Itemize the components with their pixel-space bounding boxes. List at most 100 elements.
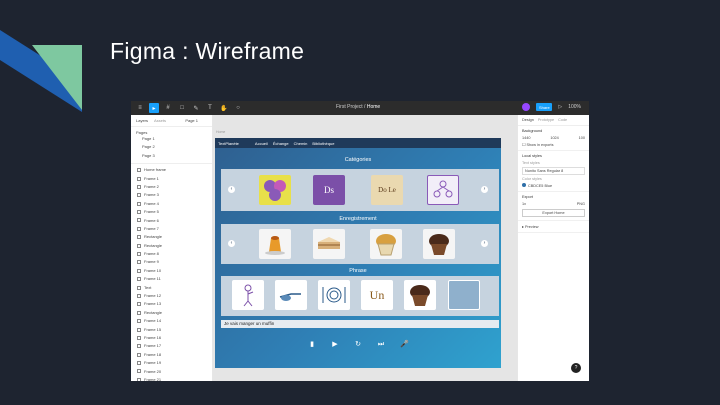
tab-layers[interactable]: Layers <box>136 118 148 123</box>
layer-label: Text <box>144 284 152 290</box>
layer-item[interactable]: Frame 18 <box>131 351 212 359</box>
next-arrow-icon[interactable]: › <box>481 186 488 193</box>
show-in-exports-toggle[interactable]: ☐ Show in exports <box>522 142 585 147</box>
tab-prototype[interactable]: Prototype <box>538 118 554 122</box>
layer-item[interactable]: Frame 9 <box>131 258 212 266</box>
phrase-tile[interactable] <box>232 280 264 310</box>
nav-item-accueil[interactable]: Accueil <box>255 141 268 146</box>
color-style-item[interactable]: CBDCE5 Blue <box>522 183 585 188</box>
layer-label: Frame 12 <box>144 293 162 299</box>
share-button[interactable]: Share <box>536 103 553 111</box>
nav-item-echange[interactable]: Échange <box>273 141 289 146</box>
layer-item[interactable]: Frame 12 <box>131 292 212 300</box>
food-tile[interactable] <box>313 229 345 259</box>
frame-icon <box>137 168 141 173</box>
layer-item[interactable]: Frame 19 <box>131 359 212 367</box>
export-section: Export 1x PNG Export Home <box>518 192 589 221</box>
frame-icon <box>137 310 141 315</box>
phrase-tile[interactable]: Un <box>361 280 393 310</box>
page-indicator[interactable]: Page 1 <box>185 118 198 123</box>
menu-icon[interactable]: ≡ <box>135 103 145 113</box>
page-item[interactable]: Page 2 <box>136 143 207 151</box>
tab-assets[interactable]: Assets <box>154 118 166 123</box>
person-pointing-icon <box>243 284 254 307</box>
shape-icon[interactable]: □ <box>177 103 187 113</box>
text-icon[interactable]: T <box>205 103 215 113</box>
layer-item[interactable]: Frame 2 <box>131 183 212 191</box>
category-tile[interactable] <box>259 175 291 205</box>
tab-code[interactable]: Code <box>558 118 567 122</box>
comment-icon[interactable]: ○ <box>233 103 243 113</box>
play-icon[interactable]: ▶ <box>331 341 339 349</box>
category-tile[interactable]: Ds <box>313 175 345 205</box>
export-scale[interactable]: 1x <box>522 202 526 206</box>
layer-item[interactable]: Frame 7 <box>131 225 212 233</box>
prev-arrow-icon[interactable]: ‹ <box>228 186 235 193</box>
layer-item[interactable]: Rectangle <box>131 242 212 250</box>
layer-item[interactable]: Frame 5 <box>131 208 212 216</box>
next-icon[interactable]: ⏭ <box>377 341 385 349</box>
layer-item[interactable]: Rectangle <box>131 233 212 241</box>
food-tile[interactable] <box>370 229 402 259</box>
hand-icon[interactable]: ✋ <box>219 103 229 113</box>
layer-item[interactable]: Frame 20 <box>131 368 212 376</box>
section-title-phrase: Phrase <box>349 268 367 274</box>
phrase-tile[interactable] <box>404 280 436 310</box>
nav-item-chemin[interactable]: Chemin <box>294 141 308 146</box>
layer-item[interactable]: Frame 15 <box>131 326 212 334</box>
local-styles-section: Local styles Text styles Nunito Sans Reg… <box>518 151 589 192</box>
tab-design[interactable]: Design <box>522 118 534 122</box>
nav-brand[interactable]: TextPlanète <box>218 141 239 146</box>
layer-item[interactable]: Text <box>131 284 212 292</box>
export-format[interactable]: PNG <box>577 202 585 206</box>
phrase-tile[interactable] <box>275 280 307 310</box>
nav-item-bibliotheque[interactable]: Bibliothèque <box>312 141 334 146</box>
food-tile[interactable] <box>423 229 455 259</box>
hand-pointing-icon <box>279 293 301 301</box>
layer-item[interactable]: Frame 1 <box>131 175 212 183</box>
text-style-item[interactable]: Nunito Sans Regular 8 <box>522 167 585 175</box>
layer-item[interactable]: Frame 21 <box>131 376 212 381</box>
layer-item[interactable]: Frame 8 <box>131 250 212 258</box>
layer-item[interactable]: Rectangle <box>131 309 212 317</box>
layer-item[interactable]: Home frame <box>131 166 212 174</box>
page-item[interactable]: Page 1 <box>136 135 207 143</box>
frame-label[interactable]: Home <box>216 130 225 134</box>
opacity-value[interactable]: 100 <box>579 136 585 140</box>
avatar[interactable] <box>522 103 531 111</box>
canvas[interactable]: Home TextPlanète Accueil Échange Chemin … <box>213 115 517 381</box>
food-tile[interactable] <box>259 229 291 259</box>
layer-item[interactable]: Frame 10 <box>131 267 212 275</box>
microphone-icon[interactable]: 🎤 <box>400 341 409 349</box>
layer-item[interactable]: Frame 3 <box>131 191 212 199</box>
layer-item[interactable]: Frame 11 <box>131 275 212 283</box>
prev-arrow-icon[interactable]: ‹ <box>228 240 235 247</box>
layer-item[interactable]: Frame 13 <box>131 300 212 308</box>
delete-icon[interactable]: ▮ <box>308 341 316 349</box>
layer-item[interactable]: Frame 14 <box>131 317 212 325</box>
category-tile[interactable]: Do Le <box>371 175 403 205</box>
zoom-level[interactable]: 100% <box>568 104 581 110</box>
layer-item[interactable]: Frame 4 <box>131 200 212 208</box>
play-icon[interactable]: ▷ <box>558 104 562 110</box>
layer-item[interactable]: Frame 17 <box>131 342 212 350</box>
layer-item[interactable]: Frame 6 <box>131 217 212 225</box>
frame-icon[interactable]: # <box>163 103 173 113</box>
empty-slot-icon[interactable] <box>448 280 480 310</box>
refresh-icon[interactable]: ↻ <box>354 341 362 349</box>
help-icon[interactable]: ? <box>571 363 581 373</box>
page-item[interactable]: Page 3 <box>136 152 207 160</box>
width-value[interactable]: 1440 <box>522 136 530 140</box>
height-value[interactable]: 1024 <box>550 136 558 140</box>
phrase-tile[interactable] <box>318 280 350 310</box>
move-icon[interactable]: ▸ <box>149 103 159 113</box>
home-frame[interactable]: TextPlanète Accueil Échange Chemin Bibli… <box>215 138 501 368</box>
file-title[interactable]: First Project / Home <box>336 104 380 110</box>
layer-item[interactable]: Frame 16 <box>131 334 212 342</box>
next-arrow-icon[interactable]: › <box>481 240 488 247</box>
preview-section[interactable]: ▸ Preview <box>518 221 589 233</box>
pen-icon[interactable]: ✎ <box>191 103 201 113</box>
export-button[interactable]: Export Home <box>522 209 585 217</box>
category-tile[interactable] <box>427 175 459 205</box>
frame-icon <box>137 319 141 324</box>
